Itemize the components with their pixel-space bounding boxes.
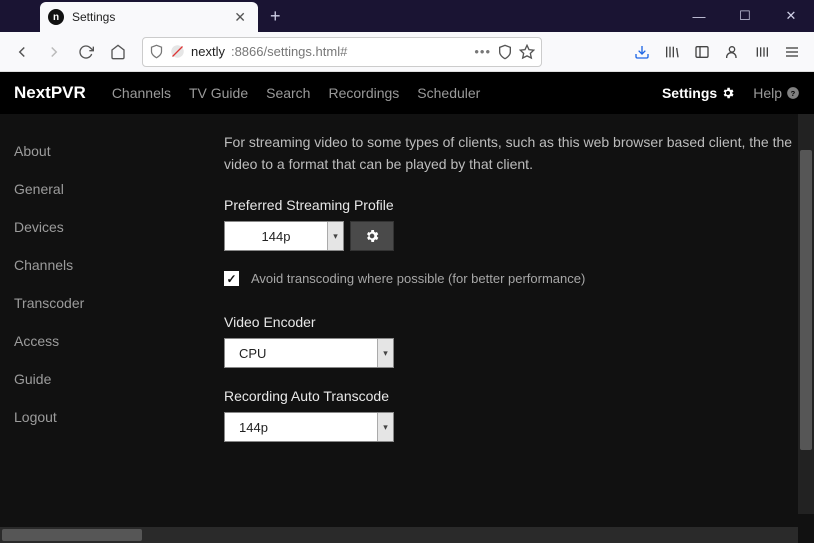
- horizontal-scrollbar-thumb[interactable]: [2, 529, 142, 541]
- sidebar-item-logout[interactable]: Logout: [0, 398, 200, 436]
- nav-settings-label: Settings: [662, 85, 717, 101]
- chevron-down-icon: ▾: [377, 413, 393, 441]
- tracking-icon[interactable]: [170, 44, 185, 59]
- vertical-scrollbar[interactable]: [798, 114, 814, 514]
- encoder-value: CPU: [225, 346, 377, 361]
- profile-label: Preferred Streaming Profile: [224, 197, 802, 213]
- browser-tab[interactable]: n Settings ✕: [40, 2, 258, 32]
- reload-button[interactable]: [72, 38, 100, 66]
- chevron-down-icon: ▾: [377, 339, 393, 367]
- settings-main: For streaming video to some types of cli…: [200, 114, 814, 514]
- nav-tvguide[interactable]: TV Guide: [189, 85, 248, 101]
- tab-favicon: n: [48, 9, 64, 25]
- chevron-down-icon: ▾: [327, 222, 343, 250]
- autotranscode-label: Recording Auto Transcode: [224, 388, 802, 404]
- sidebar-item-guide[interactable]: Guide: [0, 360, 200, 398]
- avoid-transcode-label: Avoid transcoding where possible (for be…: [251, 271, 585, 286]
- gear-icon: [721, 86, 735, 100]
- nav-scheduler[interactable]: Scheduler: [417, 85, 480, 101]
- sidebar-item-about[interactable]: About: [0, 132, 200, 170]
- url-rest: :8866/settings.html#: [231, 44, 347, 59]
- page-actions-icon[interactable]: •••: [474, 44, 491, 59]
- nav-recordings[interactable]: Recordings: [328, 85, 399, 101]
- reader-icon[interactable]: [497, 44, 513, 60]
- profile-settings-button[interactable]: [350, 221, 394, 251]
- horizontal-scrollbar[interactable]: [0, 527, 798, 543]
- shield-icon[interactable]: [149, 44, 164, 59]
- transcoder-description: For streaming video to some types of cli…: [224, 132, 802, 175]
- toolbar-right-icons: [628, 38, 806, 66]
- browser-toolbar: nextly :8866/settings.html# •••: [0, 32, 814, 72]
- sidebar-toggle-icon[interactable]: [688, 38, 716, 66]
- settings-sidebar: About General Devices Channels Transcode…: [0, 114, 200, 514]
- tab-title: Settings: [72, 10, 230, 24]
- gear-icon: [364, 228, 380, 244]
- sidebar-item-transcoder[interactable]: Transcoder: [0, 284, 200, 322]
- nav-channels[interactable]: Channels: [112, 85, 171, 101]
- forward-button[interactable]: [40, 38, 68, 66]
- window-close-icon[interactable]: ✕: [768, 8, 814, 24]
- vertical-scrollbar-thumb[interactable]: [800, 150, 812, 450]
- url-bar[interactable]: nextly :8866/settings.html# •••: [142, 37, 542, 67]
- url-host: nextly: [191, 44, 225, 59]
- browser-titlebar: n Settings ✕ + — ☐ ✕: [0, 0, 814, 32]
- nav-search[interactable]: Search: [266, 85, 310, 101]
- nav-settings[interactable]: Settings: [662, 85, 735, 101]
- autotranscode-value: 144p: [225, 420, 377, 435]
- avoid-transcode-row[interactable]: ✓ Avoid transcoding where possible (for …: [224, 271, 802, 286]
- home-button[interactable]: [104, 38, 132, 66]
- app-viewport: NextPVR Channels TV Guide Search Recordi…: [0, 72, 814, 543]
- sidebar-item-channels[interactable]: Channels: [0, 246, 200, 284]
- window-controls: — ☐ ✕: [676, 0, 814, 32]
- avoid-transcode-checkbox[interactable]: ✓: [224, 271, 239, 286]
- hamburger-menu-icon[interactable]: [778, 38, 806, 66]
- question-icon: ?: [786, 86, 800, 100]
- window-maximize-icon[interactable]: ☐: [722, 8, 768, 24]
- sidebar-item-devices[interactable]: Devices: [0, 208, 200, 246]
- profile-select[interactable]: 144p ▾: [224, 221, 344, 251]
- profile-value: 144p: [225, 229, 327, 244]
- account-icon[interactable]: [718, 38, 746, 66]
- encoder-select[interactable]: CPU ▾: [224, 338, 394, 368]
- nav-help-label: Help: [753, 85, 782, 101]
- brand[interactable]: NextPVR: [14, 83, 86, 103]
- sidebar-item-general[interactable]: General: [0, 170, 200, 208]
- encoder-label: Video Encoder: [224, 314, 802, 330]
- downloads-icon[interactable]: [628, 38, 656, 66]
- tab-close-icon[interactable]: ✕: [230, 9, 250, 26]
- autotranscode-select[interactable]: 144p ▾: [224, 412, 394, 442]
- sidebar-item-access[interactable]: Access: [0, 322, 200, 360]
- app-workarea: About General Devices Channels Transcode…: [0, 114, 814, 514]
- window-minimize-icon[interactable]: —: [676, 9, 722, 24]
- back-button[interactable]: [8, 38, 36, 66]
- nav-help[interactable]: Help ?: [753, 85, 800, 101]
- library-icon[interactable]: [658, 38, 686, 66]
- app-topnav: NextPVR Channels TV Guide Search Recordi…: [0, 72, 814, 114]
- bookmark-star-icon[interactable]: [519, 44, 535, 60]
- new-tab-button[interactable]: +: [258, 1, 293, 31]
- svg-text:?: ?: [791, 89, 796, 98]
- extensions-icon[interactable]: [748, 38, 776, 66]
